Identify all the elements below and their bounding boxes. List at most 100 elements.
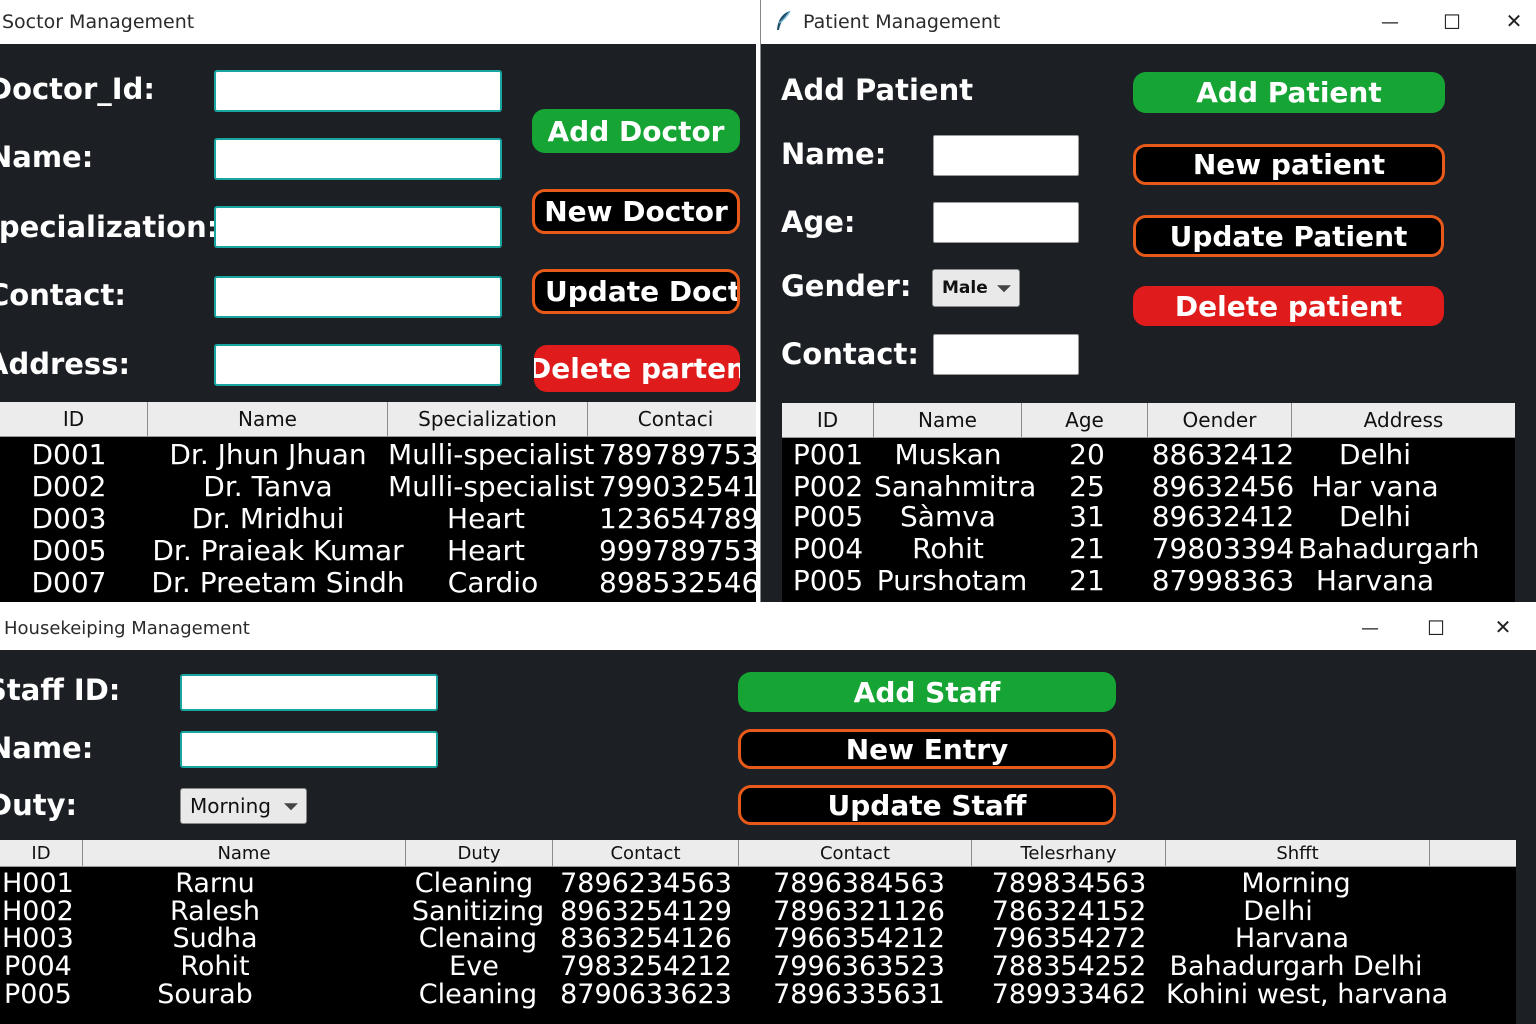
add-staff-button[interactable]: Add Staff [738,672,1116,712]
staff-name-input[interactable] [180,731,438,768]
update-staff-button[interactable]: Update Staff [738,785,1116,825]
patient-age-cell: 20 [1069,438,1105,471]
staff-col-shift[interactable]: Shfft [1166,840,1430,866]
doctor-id-label: Doctor_Id: [0,72,155,106]
minimize-icon[interactable]: — [1347,610,1393,646]
patient-col-id[interactable]: ID [782,403,874,437]
patient-col-age[interactable]: Age [1022,403,1148,437]
add-patient-button[interactable]: Add Patient [1133,72,1445,113]
doctor-window-body: Doctor_Id: Name: Specialization: Contact… [0,44,756,602]
new-patient-button[interactable]: New patient [1133,144,1445,185]
doctor-col-name[interactable]: Name [148,402,388,436]
doctor-address-input[interactable] [214,344,502,386]
update-doctor-button[interactable]: Update Doctor [532,269,740,314]
housekeeping-titlebar: Housekeiping Management — ☐ ✕ [0,606,1536,650]
patient-address-cell: Harvana [1315,564,1435,597]
staff-contact-2-cell: 7966354212 [773,923,945,954]
patient-table: ID Name Age Oender Address P001 Muskan 2… [782,403,1515,602]
update-patient-button[interactable]: Update Patient [1133,215,1444,257]
patient-name-cell: Sanahmitra [874,470,1037,503]
new-entry-button[interactable]: New Entry [738,729,1116,769]
patient-age-input[interactable] [933,202,1079,243]
staff-telephone-cell: 788354252 [991,951,1147,982]
staff-name-cell: Rohit [180,951,250,982]
doctor-contact-input[interactable] [214,276,502,318]
staff-col-contact-2[interactable]: Contact [739,840,972,866]
doctor-col-contact[interactable]: Contaci [588,402,756,436]
staff-table: ID Name Duty Contact Contact Telesrhany … [0,840,1516,1024]
staff-contact-2-cell: 7896335631 [773,979,945,1010]
staff-contact-cell: 8790633623 [560,979,732,1010]
doctor-contact-cell: 7990325416 [599,470,756,503]
staff-name-cell: Rarnu [175,868,255,899]
add-doctor-button[interactable]: Add Doctor [532,109,740,153]
doctor-contact-label: Contact: [0,278,126,312]
close-icon[interactable]: ✕ [1480,609,1526,645]
new-doctor-button[interactable]: New Doctor [532,189,740,234]
doctor-titlebar: Soctor Management [0,0,756,44]
doctor-management-window: Soctor Management Doctor_Id: Name: Speci… [0,0,756,602]
doctor-id-cell: D005 [31,534,107,567]
housekeeping-management-window: Housekeiping Management — ☐ ✕ Staff ID: … [0,606,1536,1024]
gender-select[interactable]: Male [932,269,1020,307]
doctor-specialization-cell: Heart [447,534,525,567]
minimize-icon[interactable]: — [1367,4,1413,40]
staff-col-id[interactable]: ID [0,840,83,866]
chevron-down-icon [284,803,298,811]
staff-col-contact[interactable]: Contact [553,840,739,866]
staff-telephone-cell: 789933462 [991,979,1147,1010]
patient-gender-label: Gender: [781,269,912,303]
staff-col-duty[interactable]: Duty [406,840,553,866]
patient-gender-cell: 79803394 [1151,532,1295,565]
staff-id-input[interactable] [180,674,438,711]
patient-col-address[interactable]: Address [1292,403,1515,437]
patient-gender-cell: 87998363 [1151,564,1295,597]
gender-select-value: Male [942,278,988,298]
doctor-col-id[interactable]: ID [0,402,148,436]
staff-duty-cell: Cleaning [418,979,538,1010]
staff-col-name[interactable]: Name [83,840,406,866]
patient-address-cell: Delhi [1338,500,1412,533]
delete-patient-button[interactable]: Delete patient [1133,286,1444,326]
patient-age-label: Age: [781,205,856,239]
doctor-specialization-cell: Heart [447,502,525,535]
add-patient-heading: Add Patient [781,73,974,107]
delete-doctor-button[interactable]: Delete parten [534,345,740,392]
duty-select[interactable]: Morning [180,788,307,824]
patient-name-input[interactable] [933,135,1079,176]
doctor-specialization-input[interactable] [214,206,502,248]
staff-col-empty [1430,840,1516,866]
doctor-id-cell: D001 [31,438,107,471]
staff-table-header: ID Name Duty Contact Contact Telesrhany … [0,840,1516,867]
doctor-contact-cell: 9997897539 [599,534,756,567]
patient-name-cell: Sàmva [900,500,996,533]
staff-contact-cell: 8363254126 [560,923,732,954]
staff-telephone-cell: 789834563 [991,868,1147,899]
patient-age-cell: 25 [1069,470,1105,503]
doctor-id-input[interactable] [214,70,502,112]
staff-id-cell: P004 [4,951,72,982]
staff-shift-cell: Bahadurgarh Delhi [1169,951,1423,982]
maximize-icon[interactable]: ☐ [1429,4,1475,40]
staff-contact-2-cell: 7896384563 [773,868,945,899]
patient-contact-input[interactable] [933,334,1079,375]
staff-name-cell: Sourab [157,979,253,1010]
duty-select-value: Morning [190,794,271,818]
staff-col-telephone[interactable]: Telesrhany [972,840,1166,866]
staff-shift-cell: Kohini west, harvana [1166,979,1449,1010]
doctor-name-input[interactable] [214,138,502,180]
patient-gender-cell: 88632412 [1151,438,1295,471]
patient-window-title: Patient Management [803,11,1001,33]
chevron-down-icon [997,285,1011,293]
doctor-name-cell: Dr. Praieak Kumar [152,534,404,567]
patient-col-gender[interactable]: Oender [1148,403,1292,437]
doctor-window-title: Soctor Management [2,11,195,33]
close-icon[interactable]: ✕ [1491,3,1536,39]
patient-address-cell: Delhi [1338,438,1412,471]
housekeeping-window-title: Housekeiping Management [4,618,250,639]
staff-duty-cell: Eve [449,951,499,982]
doctor-col-specialization[interactable]: Specialization [388,402,588,436]
patient-col-name[interactable]: Name [874,403,1022,437]
maximize-icon[interactable]: ☐ [1413,610,1459,646]
doctor-id-cell: D007 [31,566,107,599]
